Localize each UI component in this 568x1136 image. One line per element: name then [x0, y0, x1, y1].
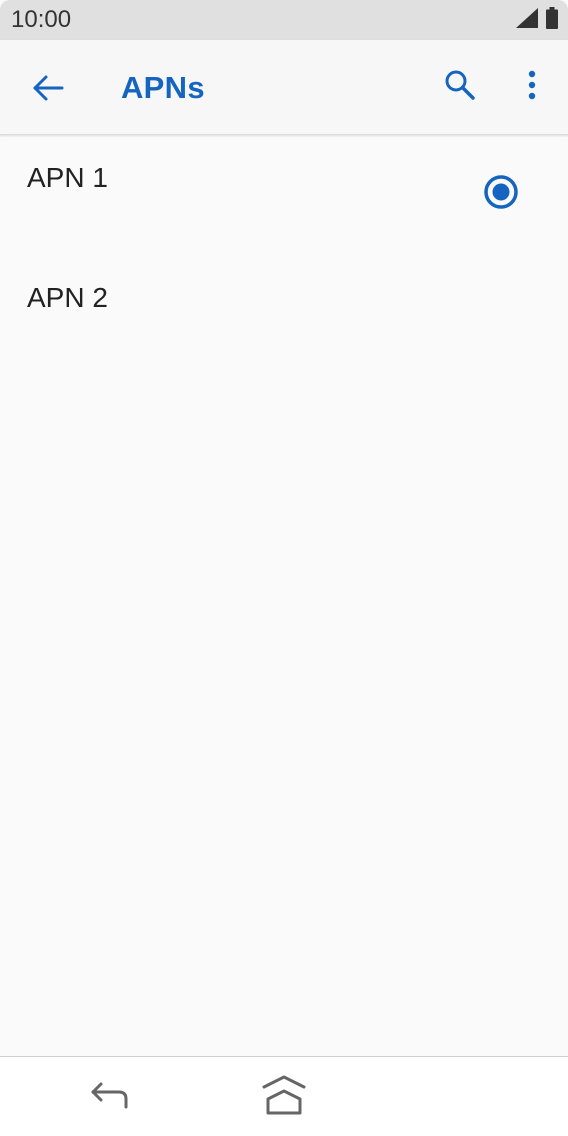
apn-list: APN 1 APN 2: [0, 135, 568, 375]
status-time: 10:00: [11, 6, 72, 33]
radio-checked-icon: [483, 174, 519, 215]
nav-home-button[interactable]: [258, 1073, 310, 1121]
apn-name: APN 2: [27, 282, 108, 313]
apn-item-2[interactable]: APN 2: [0, 255, 568, 375]
apn-item-1[interactable]: APN 1: [0, 135, 568, 255]
status-icons: [516, 6, 558, 34]
battery-icon: [546, 6, 558, 34]
back-button[interactable]: [26, 68, 70, 112]
phone-screen: 10:00 APNs APN 1 APN 2: [0, 0, 568, 1136]
apn-name: APN 1: [27, 162, 108, 193]
more-vertical-icon: [528, 70, 536, 105]
search-icon: [444, 69, 476, 106]
page-title: APNs: [121, 70, 205, 105]
signal-icon: [516, 7, 538, 33]
navigation-bar: [0, 1056, 568, 1136]
search-button[interactable]: [438, 65, 482, 109]
nav-back-button[interactable]: [86, 1075, 134, 1119]
apn-radio-selected[interactable]: [482, 174, 520, 215]
app-bar: APNs: [0, 40, 568, 135]
status-bar: 10:00: [0, 0, 568, 40]
home-icon: [260, 1073, 308, 1122]
more-options-button[interactable]: [512, 65, 552, 109]
arrow-back-icon: [32, 74, 64, 107]
nav-back-icon: [89, 1079, 131, 1116]
